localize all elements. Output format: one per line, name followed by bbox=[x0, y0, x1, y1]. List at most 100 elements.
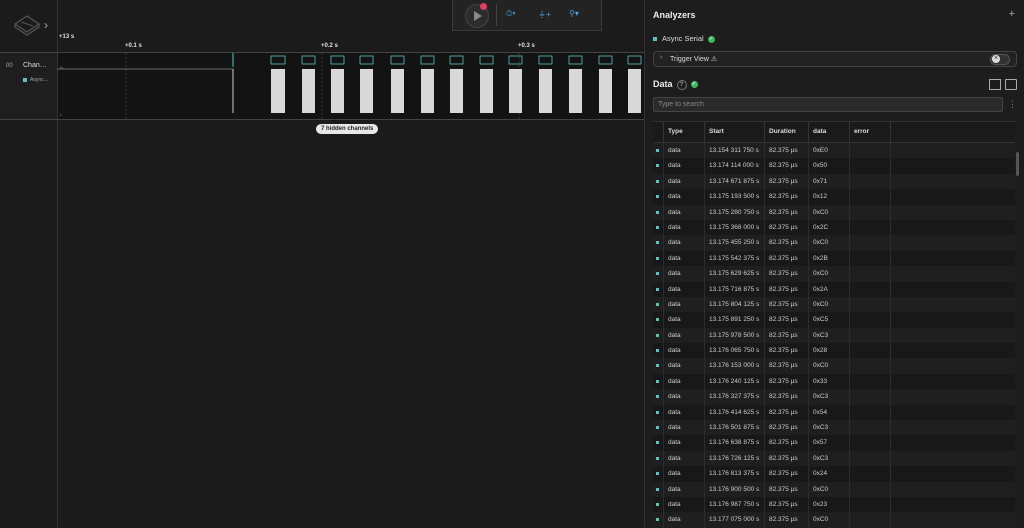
marker-menu-icon[interactable]: ⚲▾ bbox=[569, 9, 579, 18]
frame-marker[interactable] bbox=[359, 55, 374, 65]
cell-error bbox=[849, 281, 890, 297]
table-row[interactable]: data 13.177 075 000 s 82.375 µs 0xC0 bbox=[653, 512, 1015, 528]
row-color-marker bbox=[656, 410, 659, 414]
table-row[interactable]: data 13.174 671 875 s 82.375 µs 0x71 bbox=[653, 173, 1015, 190]
cell-error bbox=[849, 373, 890, 390]
column-header-data[interactable]: data bbox=[808, 122, 849, 142]
hidden-channels-pill[interactable]: 7 hidden channels bbox=[316, 124, 379, 134]
timeline-ruler[interactable]: +13 s +0.1 s +0.2 s +0.3 s bbox=[57, 28, 644, 53]
column-header-type[interactable]: Type bbox=[663, 122, 704, 142]
cell-type: data bbox=[663, 189, 704, 205]
frame-marker[interactable] bbox=[270, 55, 286, 65]
column-header-error[interactable]: error bbox=[849, 122, 890, 142]
table-row[interactable]: data 13.175 542 375 s 82.375 µs 0x2B bbox=[653, 250, 1015, 267]
trigger-view-row[interactable]: › Trigger View ⚠ bbox=[653, 51, 1017, 67]
table-row[interactable]: data 13.176 153 000 s 82.375 µs 0xC0 bbox=[653, 358, 1015, 374]
cell-error bbox=[849, 496, 890, 513]
table-row[interactable]: data 13.175 891 250 s 82.375 µs 0xC5 bbox=[653, 312, 1015, 328]
check-icon: ✓ bbox=[707, 35, 715, 43]
table-row[interactable]: data 13.176 240 125 s 82.375 µs 0x33 bbox=[653, 373, 1015, 390]
table-row[interactable]: data 13.175 804 125 s 82.375 µs 0xC0 bbox=[653, 296, 1015, 313]
terminal-view-icon[interactable] bbox=[1005, 79, 1017, 90]
cell-error bbox=[849, 204, 890, 220]
cell-start: 13.176 414 625 s bbox=[704, 404, 764, 421]
table-row[interactable]: data 13.176 065 750 s 82.375 µs 0x28 bbox=[653, 343, 1015, 359]
cell-data: 0xC0 bbox=[808, 235, 849, 251]
table-row[interactable]: data 13.175 193 500 s 82.375 µs 0x12 bbox=[653, 189, 1015, 205]
capture-toolbar: ⏱▾ ⏚+ ⚲▾ bbox=[452, 0, 602, 31]
table-row[interactable]: data 13.176 813 375 s 82.375 µs 0x24 bbox=[653, 466, 1015, 482]
frame-marker[interactable] bbox=[568, 55, 583, 65]
table-row[interactable]: data 13.176 900 500 s 82.375 µs 0xC0 bbox=[653, 481, 1015, 497]
row-color-marker bbox=[656, 164, 659, 168]
frame-marker[interactable] bbox=[449, 55, 464, 65]
expand-sidebar-chevron-icon[interactable]: › bbox=[44, 18, 48, 32]
cell-start: 13.174 671 875 s bbox=[704, 173, 764, 190]
analyzer-item[interactable]: Async Serial ✓ bbox=[653, 34, 715, 43]
frame-marker[interactable] bbox=[479, 55, 494, 65]
timeline-label: +13 s bbox=[59, 34, 75, 40]
frame-marker[interactable] bbox=[538, 55, 553, 65]
cell-type: data bbox=[663, 143, 704, 159]
table-row[interactable]: data 13.175 368 000 s 82.375 µs 0x2C bbox=[653, 219, 1015, 236]
frame-marker[interactable] bbox=[390, 55, 405, 65]
table-row[interactable]: data 13.154 311 750 s 82.375 µs 0xE0 bbox=[653, 143, 1015, 159]
help-icon[interactable]: ? bbox=[676, 79, 687, 90]
frame-marker[interactable] bbox=[330, 55, 345, 65]
cell-duration: 82.375 µs bbox=[764, 235, 808, 251]
trigger-view-toggle[interactable] bbox=[990, 54, 1010, 65]
cell-error bbox=[849, 481, 890, 497]
cell-data: 0x28 bbox=[808, 343, 849, 359]
frame-marker[interactable] bbox=[301, 55, 316, 65]
analyzers-panel: Analyzers + Async Serial ✓ › Trigger View… bbox=[644, 0, 1024, 528]
table-row[interactable]: data 13.175 629 625 s 82.375 µs 0xC0 bbox=[653, 266, 1015, 282]
more-options-icon[interactable]: ⋮ bbox=[1008, 99, 1017, 110]
table-row[interactable]: data 13.176 414 625 s 82.375 µs 0x54 bbox=[653, 404, 1015, 421]
table-row[interactable]: data 13.175 455 250 s 82.375 µs 0xC0 bbox=[653, 235, 1015, 251]
table-row[interactable]: data 13.176 327 375 s 82.375 µs 0xC3 bbox=[653, 389, 1015, 405]
table-row[interactable]: data 13.174 114 000 s 82.375 µs 0x50 bbox=[653, 158, 1015, 174]
cell-start: 13.154 311 750 s bbox=[704, 143, 764, 159]
measure-menu-icon[interactable]: ⏚+ bbox=[538, 9, 551, 20]
channel-name[interactable]: Chan… bbox=[23, 62, 47, 69]
frame-marker[interactable] bbox=[420, 55, 435, 65]
cell-type: data bbox=[663, 404, 704, 421]
frame-marker[interactable] bbox=[508, 55, 523, 65]
table-row[interactable]: data 13.175 978 500 s 82.375 µs 0xC3 bbox=[653, 327, 1015, 344]
row-color-marker bbox=[656, 472, 659, 476]
table-scrollbar[interactable] bbox=[1016, 152, 1019, 176]
cell-filler bbox=[890, 143, 1015, 159]
column-header-duration[interactable]: Duration bbox=[764, 122, 808, 142]
cell-error bbox=[849, 343, 890, 359]
search-input[interactable] bbox=[653, 97, 1003, 112]
channel-row[interactable]: 00 Chan… Async… L H bbox=[0, 52, 644, 120]
cell-type: data bbox=[663, 466, 704, 482]
cell-type: data bbox=[663, 496, 704, 513]
cell-duration: 82.375 µs bbox=[764, 173, 808, 190]
cell-error bbox=[849, 420, 890, 436]
cell-data: 0x2A bbox=[808, 281, 849, 297]
column-header-start[interactable]: Start bbox=[704, 122, 764, 142]
waveform-pulse bbox=[599, 69, 612, 113]
cell-duration: 82.375 µs bbox=[764, 373, 808, 390]
table-row[interactable]: data 13.176 726 125 s 82.375 µs 0xC3 bbox=[653, 450, 1015, 467]
cell-start: 13.175 193 500 s bbox=[704, 189, 764, 205]
add-analyzer-button[interactable]: + bbox=[1009, 8, 1015, 20]
table-row[interactable]: data 13.176 638 875 s 82.375 µs 0x57 bbox=[653, 435, 1015, 451]
table-row[interactable]: data 13.176 987 750 s 82.375 µs 0x23 bbox=[653, 496, 1015, 513]
table-row[interactable]: data 13.175 716 875 s 82.375 µs 0x2A bbox=[653, 281, 1015, 297]
cell-data: 0xC0 bbox=[808, 204, 849, 220]
frame-marker[interactable] bbox=[627, 55, 642, 65]
channel-waveform[interactable]: L H bbox=[57, 53, 644, 119]
cell-error bbox=[849, 435, 890, 451]
timer-menu-icon[interactable]: ⏱▾ bbox=[506, 9, 516, 19]
cell-error bbox=[849, 189, 890, 205]
analyzers-title: Analyzers bbox=[653, 10, 696, 20]
cell-error bbox=[849, 250, 890, 267]
table-row[interactable]: data 13.176 501 875 s 82.375 µs 0xC3 bbox=[653, 420, 1015, 436]
table-row[interactable]: data 13.175 280 750 s 82.375 µs 0xC0 bbox=[653, 204, 1015, 220]
table-view-icon[interactable] bbox=[989, 79, 1001, 90]
cell-filler bbox=[890, 435, 1015, 451]
cell-start: 13.175 455 250 s bbox=[704, 235, 764, 251]
frame-marker[interactable] bbox=[598, 55, 613, 65]
